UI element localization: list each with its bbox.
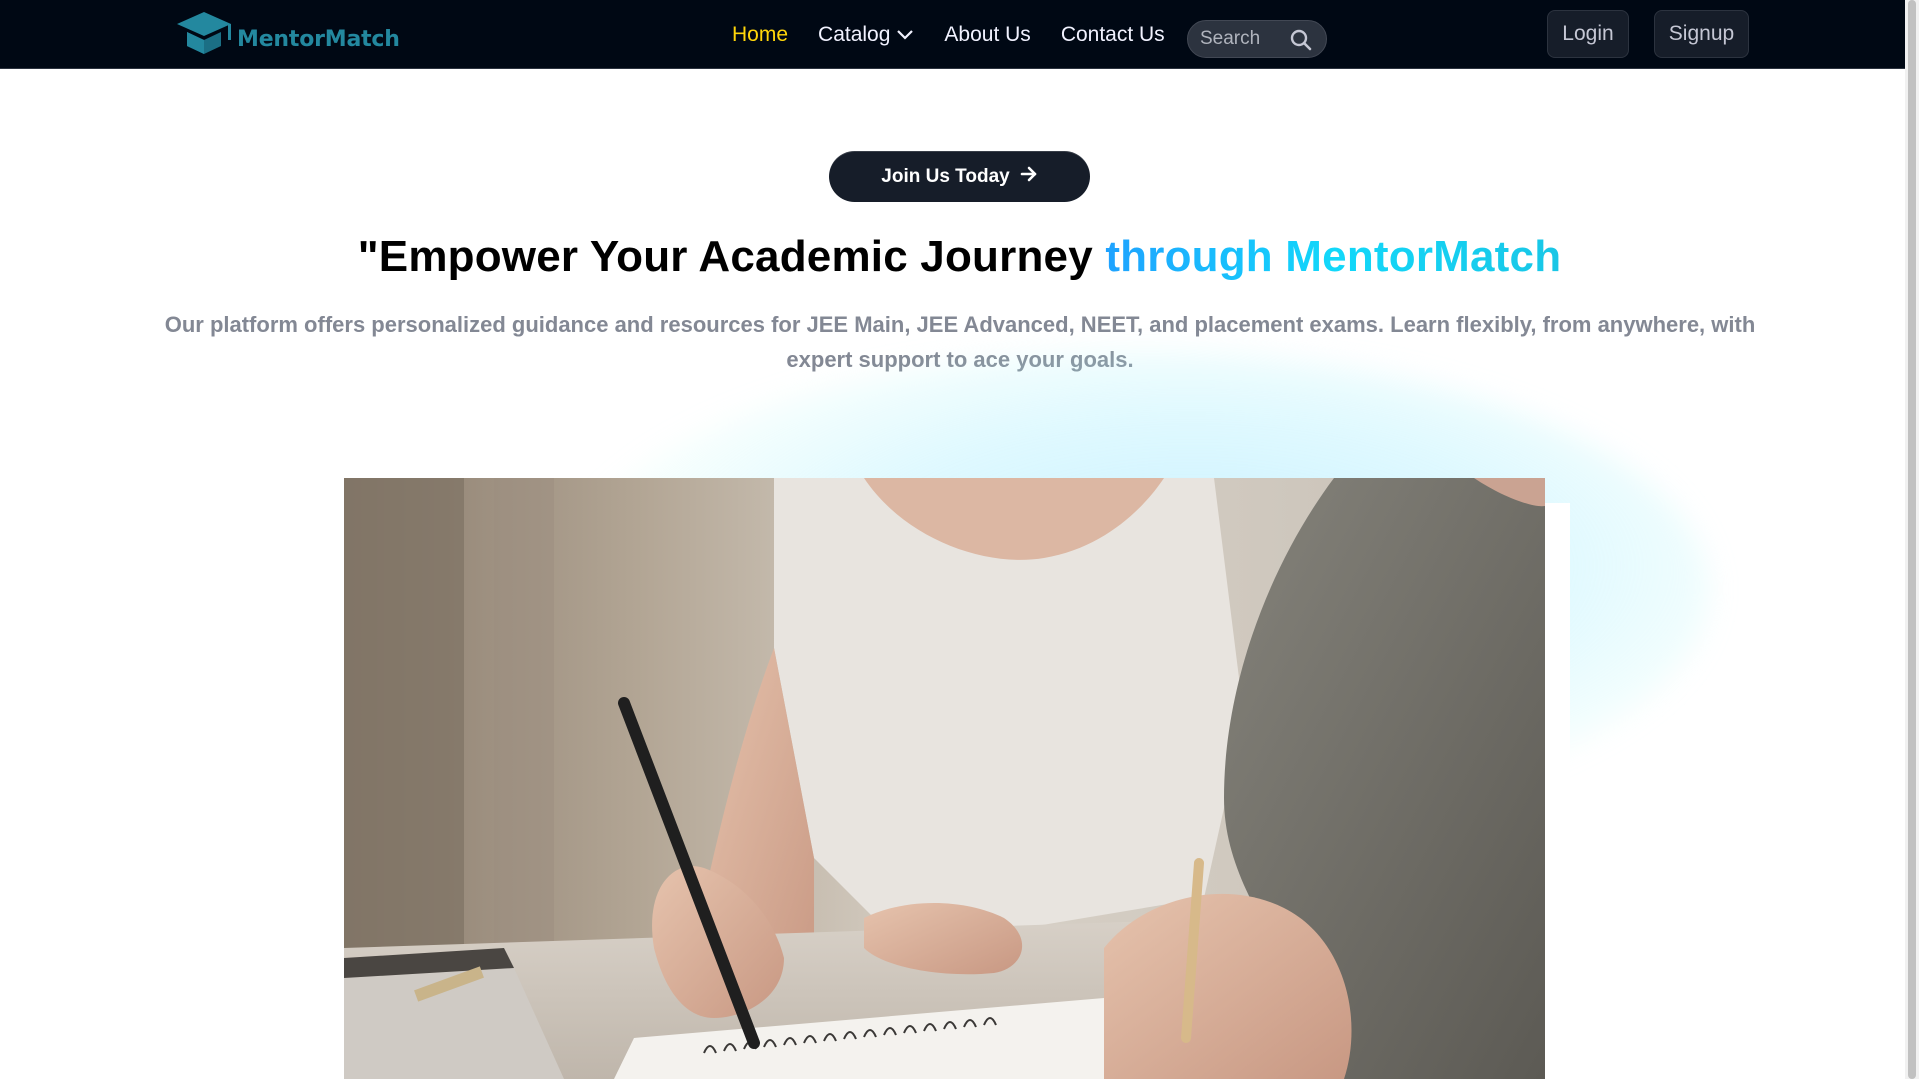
- nav-home[interactable]: Home: [732, 23, 788, 47]
- search-box: [1187, 20, 1327, 58]
- graduation-cap-icon: [173, 8, 235, 63]
- brand-logo[interactable]: MentorMatch: [173, 10, 400, 60]
- page-scrollbar[interactable]: [1908, 0, 1916, 1079]
- nav-catalog-label: Catalog: [818, 22, 891, 46]
- signup-button[interactable]: Signup: [1654, 10, 1749, 58]
- hero-title: "Empower Your Academic Journey through M…: [0, 232, 1919, 282]
- brand-name: MentorMatch: [237, 26, 400, 52]
- search-icon[interactable]: [1290, 29, 1312, 56]
- join-us-label: Join Us Today: [881, 165, 1010, 187]
- chevron-down-icon: [896, 23, 914, 47]
- nav-contact-us[interactable]: Contact Us: [1061, 23, 1165, 47]
- hero-title-plain: "Empower Your Academic Journey: [357, 232, 1106, 281]
- student-writing-in-notebook-image: [344, 478, 1545, 1079]
- nav-about-us[interactable]: About Us: [944, 23, 1030, 47]
- hero-title-highlight: through MentorMatch: [1105, 232, 1562, 281]
- nav-catalog[interactable]: Catalog: [818, 23, 914, 47]
- join-us-today-button[interactable]: Join Us Today: [829, 151, 1090, 202]
- search-input[interactable]: [1198, 27, 1294, 51]
- login-button[interactable]: Login: [1547, 10, 1629, 58]
- top-navbar: MentorMatch Home Catalog About Us Contac…: [0, 0, 1919, 69]
- main-nav: Home Catalog About Us Contact Us: [732, 0, 1165, 69]
- arrow-right-icon: [1020, 165, 1038, 189]
